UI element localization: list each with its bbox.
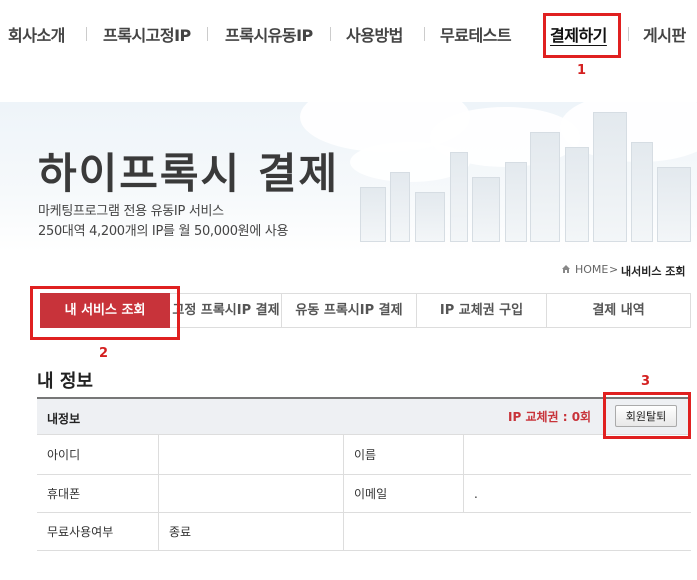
id-label: 아이디 (47, 448, 81, 462)
nav-divider (330, 27, 331, 41)
tab-static-proxy-payment[interactable]: 고정 프록시IP 결제 (171, 294, 282, 327)
annotation-number-2: 2 (99, 346, 109, 361)
free-use-value: 종료 (158, 513, 343, 550)
tab-payment-history[interactable]: 결제 내역 (547, 294, 690, 327)
phone-value (158, 475, 343, 512)
breadcrumb-home[interactable]: HOME (575, 263, 608, 276)
name-value (463, 435, 691, 474)
name-label: 이름 (343, 435, 463, 474)
nav-howto[interactable]: 사용방법 (346, 22, 403, 46)
info-header: 내정보 (37, 397, 691, 435)
nav-divider (628, 27, 629, 41)
email-value: . (463, 475, 691, 512)
ip-ticket-count: IP 교체권 : 0회 (508, 410, 592, 424)
nav-company[interactable]: 회사소개 (8, 22, 65, 46)
email-label: 이메일 (343, 475, 463, 512)
banner-title: 하이프록시 결제 (38, 149, 340, 198)
annotation-number-3: 3 (641, 374, 651, 389)
breadcrumb-separator: > (609, 263, 619, 276)
info-header-label: 내정보 (47, 412, 81, 426)
banner-subtitle-line1: 마케팅프로그램 전용 유동IP 서비스 (38, 204, 224, 219)
banner-subtitle-line2: 250대역 4,200개의 IP를 월 50,000원에 사용 (38, 224, 289, 239)
table-row: 휴대폰 이메일 . (37, 475, 691, 513)
nav-divider (207, 27, 208, 41)
table-row: 무료사용여부 종료 (37, 513, 691, 551)
nav-board[interactable]: 게시판 (643, 22, 686, 46)
table-row: 아이디 이름 (37, 435, 691, 475)
highlight-box-withdraw (603, 392, 691, 439)
nav-divider (424, 27, 425, 41)
banner: 하이프록시 결제 마케팅프로그램 전용 유동IP 서비스 250대역 4,200… (0, 102, 697, 252)
breadcrumb-current: 내서비스 조회 (621, 265, 686, 278)
highlight-box-my-service (30, 286, 180, 340)
highlight-box-payment (543, 13, 621, 58)
home-icon (562, 265, 570, 273)
empty-cell (343, 513, 691, 550)
id-value (158, 435, 343, 474)
nav-divider (86, 27, 87, 41)
tab-dynamic-proxy-payment[interactable]: 유동 프록시IP 결제 (282, 294, 417, 327)
free-use-label: 무료사용여부 (47, 525, 114, 539)
annotation-number-1: 1 (577, 63, 587, 78)
nav-static-ip[interactable]: 프록시고정IP (103, 22, 191, 46)
phone-label: 휴대폰 (47, 487, 81, 501)
tab-ip-ticket-purchase[interactable]: IP 교체권 구입 (417, 294, 547, 327)
nav-dynamic-ip[interactable]: 프록시유동IP (225, 22, 313, 46)
section-title: 내 정보 (37, 371, 93, 392)
nav-free-test[interactable]: 무료테스트 (440, 22, 512, 46)
